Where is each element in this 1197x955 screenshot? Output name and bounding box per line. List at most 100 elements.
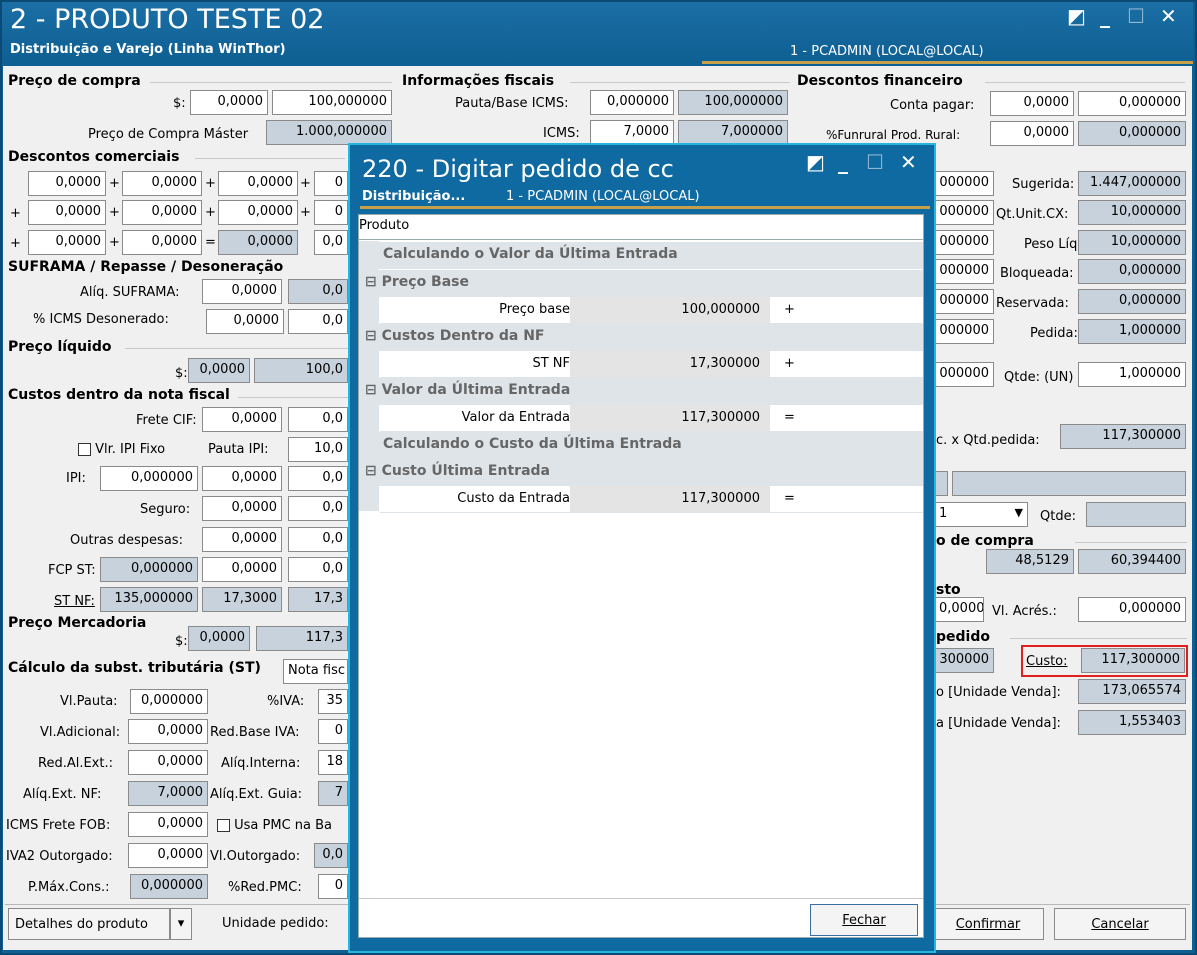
grid-group-row[interactable]: ⊟ Valor da Última Entrada — [359, 378, 923, 405]
icms-deson-field[interactable]: 0,0000 — [206, 309, 284, 334]
grid-row-op: = — [784, 491, 795, 506]
dialog-maximize-icon[interactable]: ☐ — [866, 150, 884, 174]
grid-group-row[interactable]: ⊟ Custo Última Entrada — [359, 459, 923, 486]
conta-pagar-field-1[interactable]: 0,0000 — [990, 91, 1074, 116]
pauta-ipi-field[interactable]: 10,0 — [288, 437, 348, 462]
vl-pauta-field[interactable]: 0,000000 — [130, 689, 208, 714]
pauta-base-icms-field-1[interactable]: 0,000000 — [590, 90, 674, 115]
dialog-restore-icon[interactable]: ◩ — [806, 150, 825, 174]
funrural-field-1[interactable]: 0,0000 — [990, 121, 1074, 146]
aliq-suframa-field[interactable]: 0,0000 — [202, 279, 282, 304]
partial-field-7[interactable]: 000000 — [934, 362, 994, 387]
partial-field-3[interactable]: 000000 — [934, 230, 994, 255]
usa-pmc-label: Usa PMC na Ba — [234, 818, 333, 833]
sugerida-label: Sugerida: — [1012, 177, 1075, 192]
st-nf-label[interactable]: ST NF: — [54, 594, 95, 609]
usa-pmc-checkbox[interactable]: Usa PMC na Ba — [217, 818, 332, 833]
custo-x-qtd-field: 117,300000 — [1060, 424, 1186, 449]
fechar-button[interactable]: Fechar — [810, 904, 918, 936]
detalhes-produto-button[interactable]: Detalhes do produto — [8, 908, 170, 940]
grid-group-row[interactable]: ⊟ Custos Dentro da NF — [359, 324, 923, 351]
qtde-un-label: Qtde: (UN) — [1004, 370, 1074, 385]
vl-adicional-field[interactable]: 0,0000 — [128, 719, 208, 744]
red-pmc-field[interactable]: 0 — [318, 874, 348, 899]
preco-compra-field-1[interactable]: 0,0000 — [190, 90, 268, 115]
ipi-field-2[interactable]: 0,0000 — [202, 466, 282, 491]
detalhes-dropdown-icon[interactable]: ▾ — [170, 908, 192, 940]
icms-field-1[interactable]: 7,0000 — [590, 120, 674, 145]
frete-cif-field[interactable]: 0,0000 — [202, 407, 282, 432]
collapse-icon[interactable]: ⊟ — [365, 382, 377, 398]
partial-field-4[interactable]: 000000 — [934, 259, 994, 284]
partial-field-5[interactable]: 000000 — [934, 289, 994, 314]
red-base-iva-field[interactable]: 0 — [318, 719, 348, 744]
restore-icon[interactable]: ◩ — [1067, 4, 1086, 28]
dialog-minimize-icon[interactable]: _ — [838, 150, 848, 174]
red-pmc-label: %Red.PMC: — [228, 880, 302, 895]
conta-pagar-field-2[interactable]: 0,000000 — [1078, 91, 1186, 116]
dropdown-arrow-icon[interactable]: ▼ — [1015, 506, 1023, 519]
desc-com-r3-c4[interactable]: 0,0 — [314, 230, 348, 255]
fcp-st-field-2[interactable]: 0,0000 — [202, 557, 282, 582]
partial-button[interactable] — [934, 471, 948, 496]
vl-outorgado-field: 0,0 — [314, 843, 348, 868]
close-icon[interactable]: ✕ — [1160, 4, 1177, 28]
desc-com-r3-c2[interactable]: 0,0000 — [122, 230, 202, 255]
desc-com-r1-c1[interactable]: 0,0000 — [28, 171, 106, 196]
preco-compra-title: Preço de compra — [8, 73, 145, 89]
confirmar-button[interactable]: Confirmar — [932, 908, 1044, 940]
ipi-fixo-checkbox[interactable]: Vlr. IPI Fixo — [78, 442, 165, 457]
icms-frete-fob-field[interactable]: 0,0000 — [128, 812, 208, 837]
partial-field-6[interactable]: 000000 — [934, 319, 994, 344]
preco-compra-field-2[interactable]: 100,000000 — [272, 90, 392, 115]
icms-deson-field-2[interactable]: 0,0 — [288, 309, 348, 334]
st-nf-field-3: 17,3 — [288, 587, 348, 612]
iva-field[interactable]: 35 — [318, 689, 348, 714]
seguro-field-2[interactable]: 0,0 — [288, 496, 348, 521]
aliq-interna-field[interactable]: 18 — [318, 750, 348, 775]
desc-com-r3-c1[interactable]: 0,0000 — [28, 230, 106, 255]
desc-com-r1-c2[interactable]: 0,0000 — [122, 171, 202, 196]
red-al-ext-field[interactable]: 0,0000 — [128, 750, 208, 775]
maximize-icon[interactable]: ☐ — [1127, 4, 1145, 28]
grid-group-row[interactable]: ⊟ Preço Base — [359, 270, 923, 297]
desc-com-r1-c4[interactable]: 0 — [314, 171, 348, 196]
grid-data-row[interactable]: ST NF 17,300000 + — [380, 351, 923, 378]
desc-financeiro-title: Descontos financeiro — [797, 73, 967, 89]
fcp-st-field-3[interactable]: 0,0 — [288, 557, 348, 582]
cancelar-button[interactable]: Cancelar — [1054, 908, 1186, 940]
collapse-icon[interactable]: ⊟ — [365, 328, 377, 344]
desc-com-r2-c1[interactable]: 0,0000 — [28, 200, 106, 225]
desc-com-r2-c3[interactable]: 0,0000 — [218, 200, 298, 225]
qtde-label: Qtde: — [1040, 509, 1076, 524]
acres-partial-field[interactable]: 0,0000 — [934, 597, 984, 622]
desc-com-r2-c4[interactable]: 0 — [314, 200, 348, 225]
compra-field-1: 48,5129 — [986, 549, 1074, 574]
partial-field-1[interactable]: 000000 — [934, 171, 994, 196]
custo-label[interactable]: Custo: — [1026, 654, 1068, 669]
frete-cif-field-2[interactable]: 0,0 — [288, 407, 348, 432]
vl-acres-field[interactable]: 0,000000 — [1078, 597, 1186, 622]
collapse-icon[interactable]: ⊟ — [365, 274, 377, 290]
ipi-field-3[interactable]: 0,0 — [288, 466, 348, 491]
grid-data-row[interactable]: Valor da Entrada 117,300000 = — [380, 405, 923, 432]
grid-data-row[interactable]: Preço base 100,000000 + — [380, 297, 923, 324]
grid-data-row[interactable]: Custo da Entrada 117,300000 = — [380, 486, 923, 513]
outras-despesas-field[interactable]: 0,0000 — [202, 527, 282, 552]
unidade-venda-label-1: o [Unidade Venda]: — [936, 685, 1061, 700]
ipi-fixo-check[interactable] — [78, 443, 91, 456]
unit-select[interactable]: 1 ▼ — [934, 502, 1028, 527]
usa-pmc-check[interactable] — [217, 819, 230, 832]
desc-com-r1-c3[interactable]: 0,0000 — [218, 171, 298, 196]
minimize-icon[interactable]: _ — [1100, 4, 1110, 28]
iva2-outorgado-field[interactable]: 0,0000 — [128, 843, 208, 868]
seguro-field[interactable]: 0,0000 — [202, 496, 282, 521]
qtde-un-field[interactable]: 1,000000 — [1078, 362, 1186, 387]
desc-com-r2-c2[interactable]: 0,0000 — [122, 200, 202, 225]
ipi-field-1[interactable]: 0,000000 — [100, 466, 198, 491]
nota-fiscal-select[interactable]: Nota fisc — [283, 659, 348, 684]
outras-despesas-field-2[interactable]: 0,0 — [288, 527, 348, 552]
collapse-icon[interactable]: ⊟ — [365, 463, 377, 479]
partial-field-2[interactable]: 000000 — [934, 200, 994, 225]
dialog-close-icon[interactable]: ✕ — [900, 150, 917, 174]
